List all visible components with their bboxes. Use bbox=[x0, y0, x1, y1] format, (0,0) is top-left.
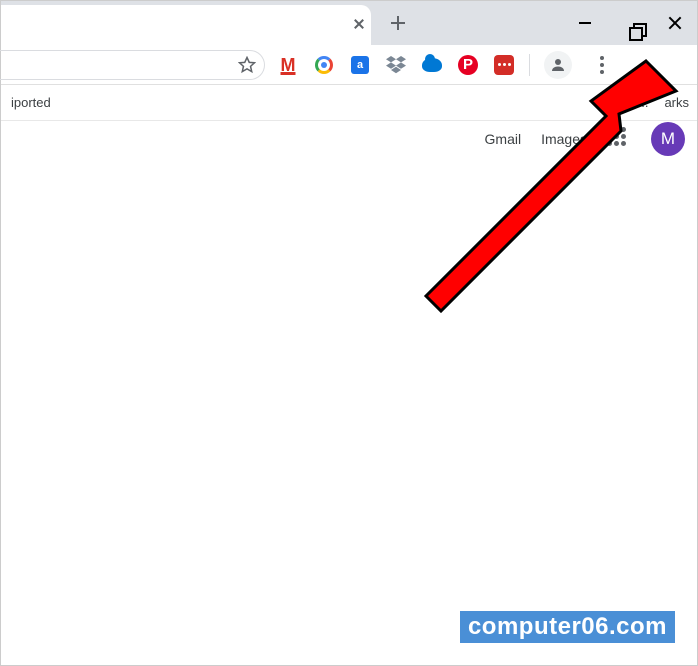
tab-strip bbox=[1, 1, 697, 45]
bookmark-star-icon[interactable] bbox=[238, 56, 256, 74]
window-close-button[interactable] bbox=[652, 1, 697, 45]
tag-extension-icon[interactable]: a bbox=[349, 54, 371, 76]
google-apps-icon[interactable] bbox=[607, 127, 631, 151]
images-link[interactable]: Images bbox=[541, 131, 587, 147]
google-extension-icon[interactable] bbox=[313, 54, 335, 76]
bookmark-folder-2-label: arks bbox=[664, 95, 689, 110]
bookmarks-bar: iported O... arks bbox=[1, 85, 697, 121]
window-controls bbox=[562, 1, 697, 45]
account-avatar[interactable]: M bbox=[651, 122, 685, 156]
lastpass-extension-icon[interactable] bbox=[493, 54, 515, 76]
gmail-extension-icon[interactable]: M bbox=[277, 54, 299, 76]
dropbox-extension-icon[interactable] bbox=[385, 54, 407, 76]
address-bar[interactable] bbox=[0, 50, 265, 80]
toolbar: M a P bbox=[1, 45, 697, 85]
chrome-menu-button[interactable] bbox=[590, 53, 614, 77]
watermark: computer06.com bbox=[460, 611, 675, 643]
extensions-row: M a P bbox=[277, 51, 616, 79]
close-tab-icon[interactable] bbox=[353, 18, 365, 30]
bookmark-folder-2[interactable]: arks bbox=[664, 95, 689, 110]
maximize-button[interactable] bbox=[607, 1, 652, 45]
extension-separator bbox=[529, 54, 530, 76]
gmail-link[interactable]: Gmail bbox=[485, 131, 522, 147]
bookmarks-imported-label: iported bbox=[9, 95, 51, 110]
bookmark-folder-1[interactable]: O... bbox=[605, 95, 648, 110]
pinterest-extension-icon[interactable]: P bbox=[457, 54, 479, 76]
folder-icon bbox=[605, 96, 621, 109]
page-header: Gmail Images M bbox=[1, 121, 697, 157]
active-tab[interactable] bbox=[1, 5, 371, 45]
onedrive-extension-icon[interactable] bbox=[421, 54, 443, 76]
profile-button[interactable] bbox=[544, 51, 572, 79]
new-tab-button[interactable] bbox=[386, 11, 410, 35]
bookmark-folder-1-label: O... bbox=[627, 95, 648, 110]
minimize-button[interactable] bbox=[562, 1, 607, 45]
